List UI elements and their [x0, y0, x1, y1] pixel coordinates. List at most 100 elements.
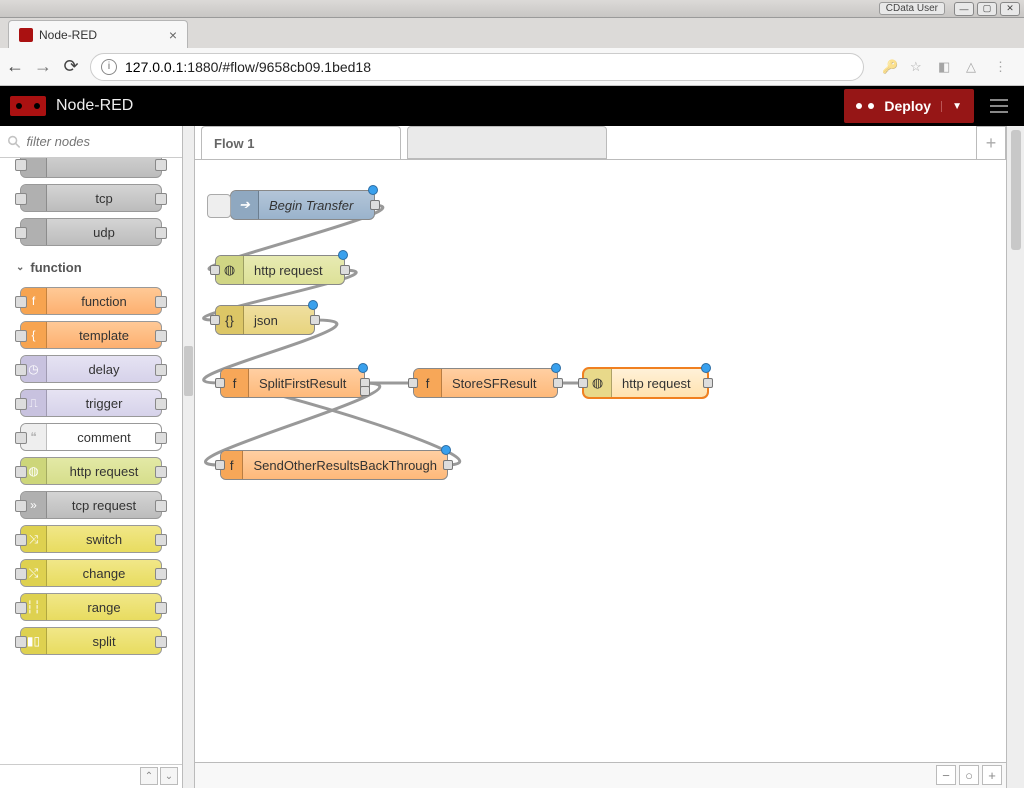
- input-port[interactable]: [408, 378, 418, 388]
- site-info-icon[interactable]: i: [101, 59, 117, 75]
- close-tab-icon[interactable]: ×: [169, 27, 177, 43]
- palette-node-switch[interactable]: ⤨switch: [20, 525, 162, 553]
- right-sidebar-collapsed[interactable]: [1006, 126, 1024, 788]
- deploy-label: Deploy: [884, 98, 931, 114]
- input-port[interactable]: [210, 265, 220, 275]
- deploy-icon: [856, 100, 874, 112]
- palette-node-partial[interactable]: [20, 158, 162, 178]
- drive-icon[interactable]: △: [966, 59, 982, 75]
- search-icon: [8, 135, 20, 149]
- nodered-logo-icon: [10, 96, 46, 116]
- palette-node-range[interactable]: ┆┆range: [20, 593, 162, 621]
- node-send-other-results[interactable]: f SendOtherResultsBackThrough: [220, 450, 448, 480]
- output-port-2[interactable]: [360, 386, 370, 396]
- palette-search[interactable]: [0, 126, 182, 158]
- tab-empty[interactable]: [407, 126, 607, 159]
- output-port[interactable]: [553, 378, 563, 388]
- forward-button[interactable]: →: [34, 56, 52, 77]
- palette-node-function[interactable]: ffunction: [20, 287, 162, 315]
- switch-icon: ⤨: [21, 526, 47, 552]
- node-icon: [21, 185, 47, 211]
- node-json[interactable]: {} json: [215, 305, 315, 335]
- bookmark-key-icon[interactable]: 🔑: [882, 59, 898, 75]
- function-icon: f: [414, 369, 442, 397]
- deploy-dropdown-caret[interactable]: ▼: [941, 101, 962, 112]
- template-icon: {: [21, 322, 47, 348]
- tab-flow-1[interactable]: Flow 1: [201, 126, 401, 159]
- output-port[interactable]: [443, 460, 453, 470]
- globe-icon: ◍: [21, 458, 47, 484]
- palette-node-tcp-request[interactable]: »tcp request: [20, 491, 162, 519]
- input-port[interactable]: [210, 315, 220, 325]
- palette-node-udp[interactable]: udp: [20, 218, 162, 246]
- input-port[interactable]: [215, 378, 225, 388]
- changed-dot-icon: [551, 363, 561, 373]
- browser-tabstrip: Node-RED ×: [0, 18, 1024, 48]
- palette-node-template[interactable]: {template: [20, 321, 162, 349]
- palette-filter-input[interactable]: [26, 134, 174, 149]
- palette-section-function[interactable]: ⌄ function: [12, 252, 170, 281]
- zoom-in-button[interactable]: +: [982, 765, 1002, 785]
- favicon-icon: [19, 28, 33, 42]
- output-port[interactable]: [310, 315, 320, 325]
- changed-dot-icon: [701, 363, 711, 373]
- node-http-request-1[interactable]: ◍ http request: [215, 255, 345, 285]
- flow-tabs: Flow 1 +: [195, 126, 1006, 160]
- output-port[interactable]: [703, 378, 713, 388]
- tcp-icon: »: [21, 492, 47, 518]
- browser-menu-icon[interactable]: ⋮: [994, 59, 1010, 75]
- palette-collapse-up[interactable]: ⌃: [140, 767, 158, 785]
- node-begin-transfer[interactable]: ➔ Begin Transfer: [230, 190, 375, 220]
- node-icon: [21, 219, 47, 245]
- zoom-out-button[interactable]: −: [936, 765, 956, 785]
- browser-toolbar: ← → ⟳ i 127.0.0.1:1880/#flow/9658cb09.1b…: [0, 48, 1024, 86]
- node-split-first-result[interactable]: f SplitFirstResult: [220, 368, 365, 398]
- palette-node-trigger[interactable]: ⎍trigger: [20, 389, 162, 417]
- browser-tab[interactable]: Node-RED ×: [8, 20, 188, 48]
- close-window-button[interactable]: ✕: [1000, 2, 1020, 16]
- function-icon: f: [221, 369, 249, 397]
- star-icon[interactable]: ☆: [910, 59, 926, 75]
- input-port[interactable]: [578, 378, 588, 388]
- maximize-button[interactable]: ▢: [977, 2, 997, 16]
- globe-icon: ◍: [584, 369, 612, 397]
- palette-node-http-request[interactable]: ◍http request: [20, 457, 162, 485]
- comment-icon: ❝: [21, 424, 47, 450]
- input-port[interactable]: [215, 460, 225, 470]
- back-button[interactable]: ←: [6, 56, 24, 77]
- output-port[interactable]: [340, 265, 350, 275]
- palette-node-comment[interactable]: ❝comment: [20, 423, 162, 451]
- flow-canvas[interactable]: ➔ Begin Transfer ◍ http request {} json: [195, 160, 1006, 762]
- reload-button[interactable]: ⟳: [62, 56, 80, 77]
- changed-dot-icon: [358, 363, 368, 373]
- deploy-button[interactable]: Deploy ▼: [844, 89, 974, 123]
- browser-tab-title: Node-RED: [39, 28, 97, 42]
- minimize-button[interactable]: —: [954, 2, 974, 16]
- palette-node-delay[interactable]: ◷delay: [20, 355, 162, 383]
- palette-node-change[interactable]: ⤭change: [20, 559, 162, 587]
- add-tab-button[interactable]: +: [976, 126, 1006, 159]
- chevron-down-icon: ⌄: [16, 262, 24, 273]
- node-icon: [21, 158, 47, 177]
- app-header: Node-RED Deploy ▼: [0, 86, 1024, 126]
- workspace: Flow 1 + ➔ Begin Transfer ◍: [195, 126, 1006, 788]
- trigger-icon: ⎍: [21, 390, 47, 416]
- canvas-scrollbar[interactable]: [1011, 130, 1021, 250]
- globe-icon: ◍: [216, 256, 244, 284]
- palette-collapse-down[interactable]: ⌄: [160, 767, 178, 785]
- changed-dot-icon: [308, 300, 318, 310]
- delay-icon: ◷: [21, 356, 47, 382]
- inject-icon: ➔: [231, 191, 259, 219]
- node-http-request-2[interactable]: ◍ http request: [583, 368, 708, 398]
- output-port[interactable]: [370, 200, 380, 210]
- node-store-sf-result[interactable]: f StoreSFResult: [413, 368, 558, 398]
- main-menu-button[interactable]: [984, 99, 1014, 113]
- pdf-icon[interactable]: ◧: [938, 59, 954, 75]
- os-titlebar: CData User — ▢ ✕: [0, 0, 1024, 18]
- palette-node-split[interactable]: ▮▯split: [20, 627, 162, 655]
- address-bar[interactable]: i 127.0.0.1:1880/#flow/9658cb09.1bed18: [90, 53, 864, 81]
- zoom-reset-button[interactable]: ○: [959, 765, 979, 785]
- app-title: Node-RED: [56, 97, 133, 115]
- palette-node-tcp[interactable]: tcp: [20, 184, 162, 212]
- palette-resize-handle[interactable]: [183, 126, 195, 788]
